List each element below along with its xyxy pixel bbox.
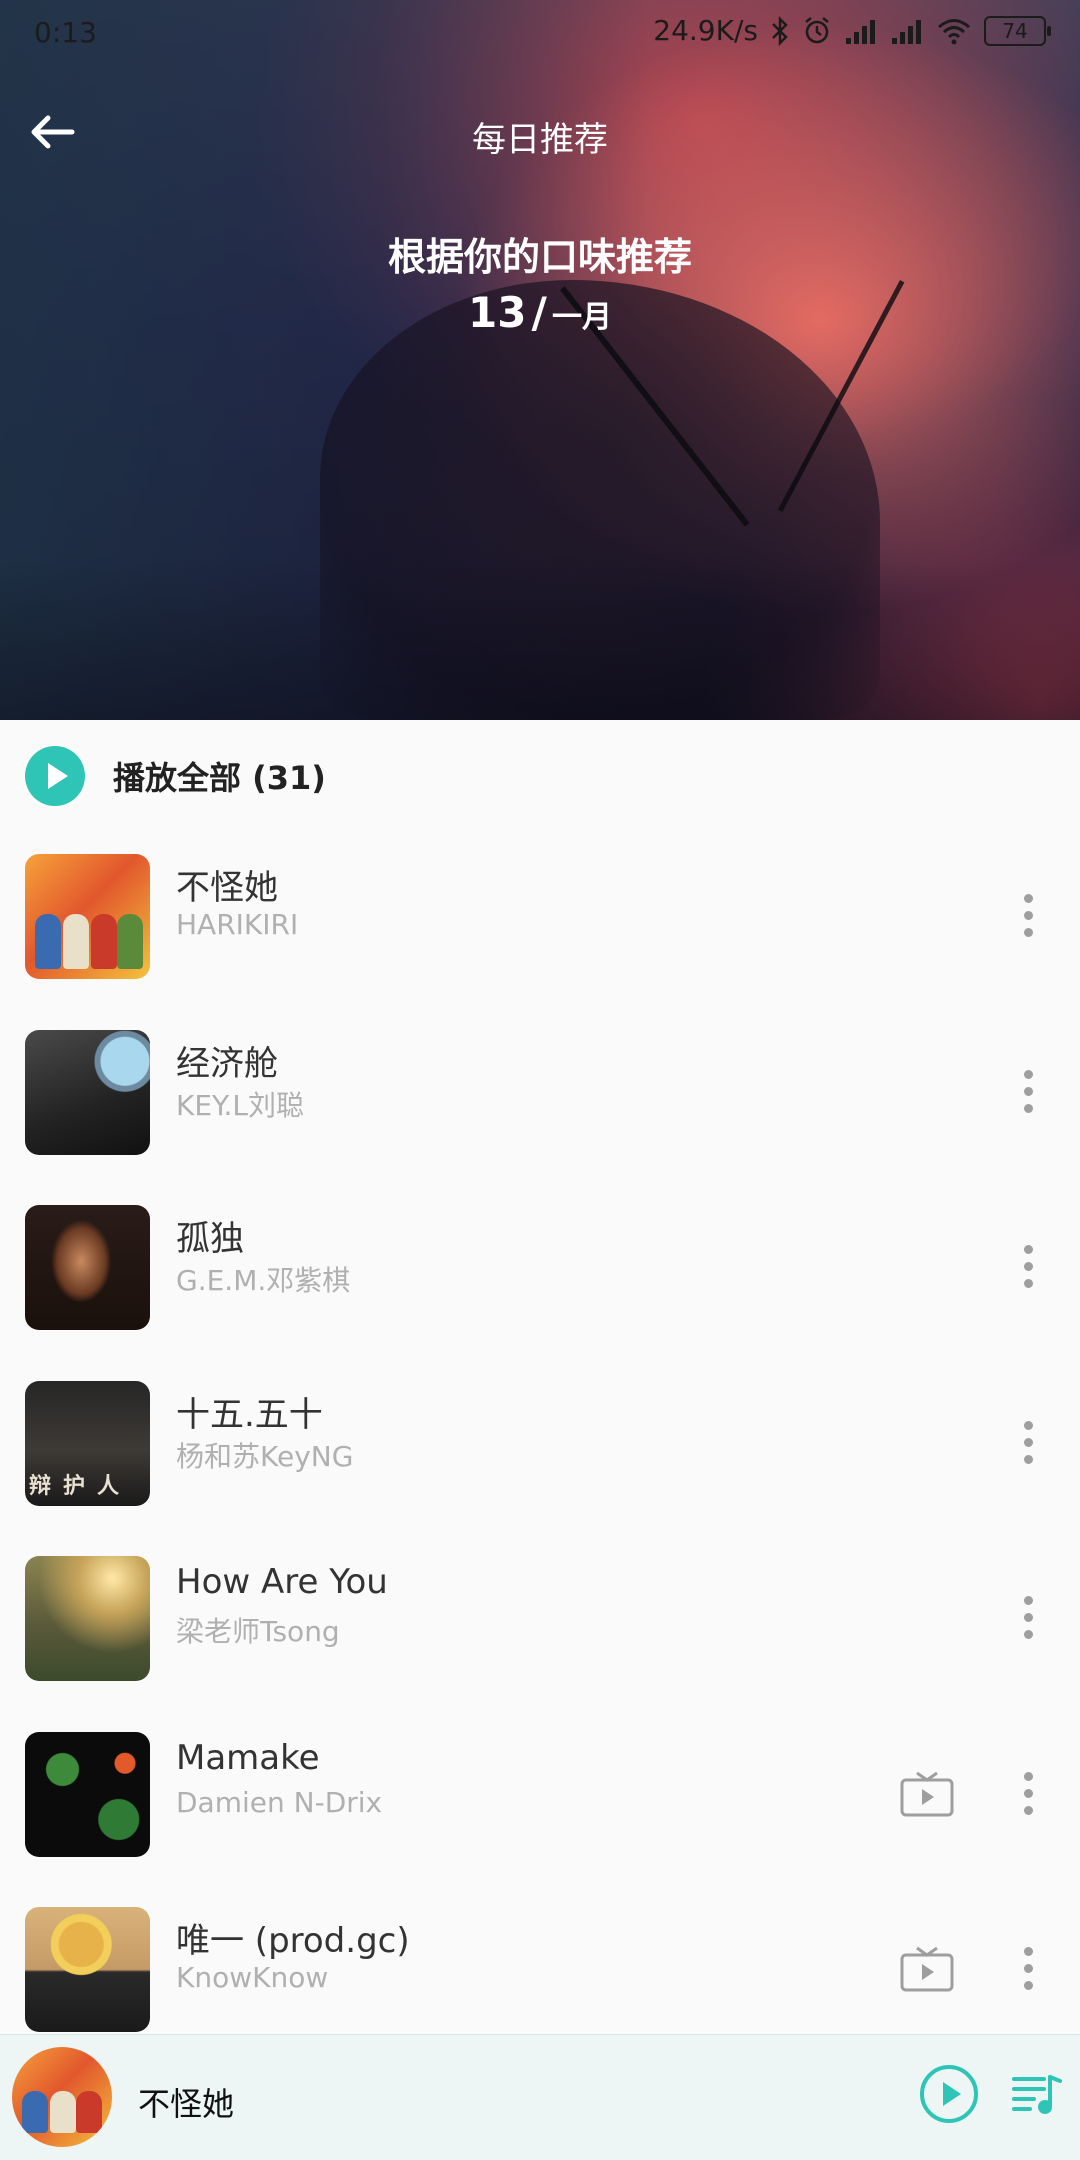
song-artist: KnowKnow: [176, 1961, 329, 1994]
song-row[interactable]: 辩护人 十五.五十 杨和苏KeyNG: [0, 1359, 1080, 1535]
more-options-icon[interactable]: [1024, 894, 1034, 938]
song-row[interactable]: 孤独 G.E.M.邓紫棋: [0, 1183, 1080, 1359]
song-row[interactable]: Mamake Damien N-Drix: [0, 1710, 1080, 1886]
song-title: Mamake: [176, 1737, 320, 1778]
header-banner: [0, 0, 1080, 720]
battery-icon: 74: [984, 15, 1051, 46]
album-cover: [25, 1731, 150, 1857]
mv-tv-icon[interactable]: [899, 1945, 955, 1993]
song-title: 十五.五十: [176, 1394, 323, 1435]
battery-level: 74: [1002, 18, 1028, 43]
album-cover: [25, 1907, 150, 2032]
more-options-icon[interactable]: [1024, 1947, 1034, 1991]
play-icon[interactable]: [918, 2063, 980, 2125]
mv-tv-icon[interactable]: [899, 1770, 955, 1818]
bluetooth-icon: [772, 15, 788, 46]
play-all-label: 播放全部 (31): [113, 759, 326, 797]
song-title: 不怪她: [176, 868, 278, 908]
hd-signal-icon: [846, 19, 875, 44]
network-speed: 24.9K/s: [653, 14, 758, 47]
song-artist: KEY.L刘聪: [176, 1088, 304, 1122]
date-day: 13: [468, 288, 527, 337]
status-bar: 0:13 24.9K/s 74: [0, 0, 1080, 68]
now-playing-title[interactable]: 不怪她: [138, 2079, 234, 2125]
recommend-subtitle: 根据你的口味推荐: [387, 235, 692, 279]
album-cover: [25, 854, 150, 979]
song-artist: G.E.M.邓紫棋: [176, 1264, 351, 1297]
more-options-icon[interactable]: [1024, 1771, 1034, 1816]
song-list: 不怪她 HARIKIRI 经济舱 KEY.L刘聪 孤独 G.E.M.邓紫棋 辩护…: [0, 832, 1080, 2061]
play-all-icon[interactable]: [25, 746, 85, 806]
album-cover: 辩护人: [25, 1380, 150, 1506]
more-options-icon[interactable]: [1024, 1420, 1034, 1465]
song-artist: Damien N-Drix: [176, 1785, 383, 1819]
song-row[interactable]: How Are You 梁老师Tsong: [0, 1534, 1080, 1710]
hd-signal-icon: [892, 19, 921, 44]
song-title: 唯一 (prod.gc): [176, 1921, 410, 1961]
wifi-icon: [938, 18, 970, 44]
album-cover: [25, 1556, 150, 1681]
song-title: 孤独: [176, 1219, 244, 1259]
banner-figure: [320, 280, 880, 720]
more-options-icon[interactable]: [1024, 1596, 1034, 1640]
date-month: 一月: [551, 300, 612, 335]
song-row[interactable]: 不怪她 HARIKIRI: [0, 832, 1080, 1008]
mini-player[interactable]: 不怪她: [0, 2034, 1080, 2160]
song-title: 经济舱: [176, 1043, 278, 1084]
cover-text: 辩护人: [29, 1473, 132, 1499]
date-separator: /: [531, 288, 547, 337]
now-playing-cover[interactable]: [12, 2047, 112, 2147]
alarm-icon: [805, 16, 829, 43]
song-artist: HARIKIRI: [176, 908, 299, 941]
more-options-icon[interactable]: [1024, 1069, 1034, 1114]
more-options-icon[interactable]: [1024, 1245, 1034, 1289]
song-title: How Are You: [176, 1562, 388, 1602]
date-display: 13 / 一月: [0, 288, 1080, 337]
playlist-queue-icon[interactable]: [1008, 2065, 1064, 2121]
album-cover: [25, 1205, 150, 1330]
song-artist: 杨和苏KeyNG: [176, 1439, 354, 1473]
status-time: 0:13: [34, 16, 97, 49]
song-row[interactable]: 经济舱 KEY.L刘聪: [0, 1008, 1080, 1184]
page-title: 每日推荐: [472, 120, 608, 160]
album-cover: [25, 1029, 150, 1155]
song-artist: 梁老师Tsong: [176, 1615, 340, 1648]
play-all-row[interactable]: 播放全部 (31): [0, 720, 1080, 832]
